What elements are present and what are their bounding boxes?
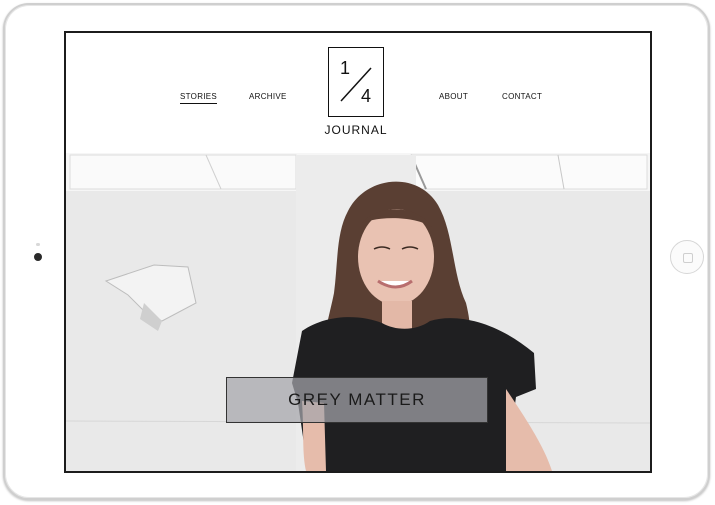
logo-wordmark[interactable]: JOURNAL [324, 123, 388, 137]
nav-stories[interactable]: STORIES [180, 92, 218, 104]
hero-photo-illustration [66, 153, 650, 471]
nav-archive[interactable]: ARCHIVE [249, 92, 287, 101]
hero-image: GREY MATTER [66, 153, 650, 471]
logo-slash-icon [340, 67, 372, 102]
camera-icon [34, 253, 42, 261]
nav-contact[interactable]: CONTACT [502, 92, 542, 101]
logo-denominator: 4 [361, 86, 372, 106]
screen: STORIES ARCHIVE 1 4 JOURNAL ABOUT CONTAC… [64, 31, 652, 473]
story-caption-box[interactable]: GREY MATTER [226, 377, 488, 423]
logo-mark[interactable]: 1 4 [328, 47, 384, 117]
story-title: GREY MATTER [288, 390, 426, 409]
sensor-icon [36, 243, 40, 246]
home-square-icon [683, 253, 693, 263]
home-button[interactable] [670, 240, 704, 274]
site-header: STORIES ARCHIVE 1 4 JOURNAL ABOUT CONTAC… [66, 33, 650, 155]
nav-about[interactable]: ABOUT [439, 92, 468, 101]
